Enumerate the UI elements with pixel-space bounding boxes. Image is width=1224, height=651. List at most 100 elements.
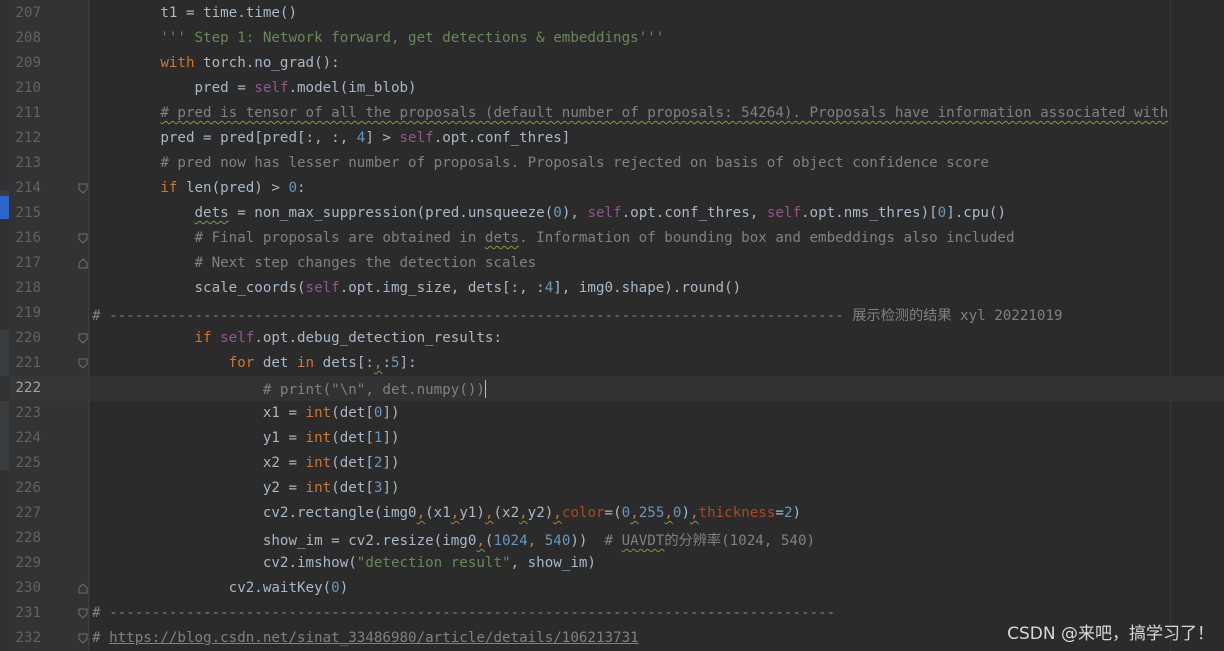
line-number: 219 bbox=[15, 305, 41, 321]
code-token: self bbox=[766, 205, 801, 221]
code-token: pred = pred[pred[:, :, bbox=[92, 130, 357, 146]
code-token: ] > bbox=[365, 130, 400, 146]
code-editor[interactable]: 207 t1 = time.time() 208 ''' Step 1: Netw… bbox=[0, 0, 1224, 651]
code-token: 540 bbox=[544, 533, 571, 549]
code-text[interactable]: scale_coords(self.opt.img_size, dets[:, … bbox=[92, 280, 741, 296]
code-token: # pred now has lesser number of proposal… bbox=[92, 155, 989, 171]
fold-end-icon[interactable] bbox=[78, 583, 88, 594]
code-token: ) bbox=[681, 505, 690, 521]
code-text[interactable]: # https://blog.csdn.net/sinat_33486980/a… bbox=[92, 630, 639, 646]
code-line[interactable]: 208 ''' Step 1: Network forward, get det… bbox=[0, 26, 1224, 51]
code-line[interactable]: 230 cv2.waitKey(0) bbox=[0, 576, 1224, 601]
code-line[interactable]: 211 # pred is tensor of all the proposal… bbox=[0, 101, 1224, 126]
code-line[interactable]: 218 scale_coords(self.opt.img_size, dets… bbox=[0, 276, 1224, 301]
code-token: # print("\n", det.numpy()) bbox=[92, 382, 485, 398]
code-token: UAVDT bbox=[621, 533, 665, 549]
code-line[interactable]: 209 with torch.no_grad(): bbox=[0, 51, 1224, 76]
code-text[interactable]: cv2.imshow("detection result", show_im) bbox=[92, 555, 596, 571]
code-token: torch.no_grad(): bbox=[194, 55, 340, 71]
code-line[interactable]: 207 t1 = time.time() bbox=[0, 1, 1224, 26]
code-token: , bbox=[553, 505, 562, 521]
line-number: 222 bbox=[15, 380, 41, 396]
code-line[interactable]: 222 # print("\n", det.numpy()) bbox=[0, 376, 1224, 401]
code-token: .opt.conf_thres, bbox=[621, 205, 767, 221]
code-line[interactable]: 229 cv2.imshow("detection result", show_… bbox=[0, 551, 1224, 576]
code-text[interactable]: dets = non_max_suppression(pred.unsqueez… bbox=[92, 205, 1007, 221]
line-number: 217 bbox=[15, 255, 41, 271]
code-line[interactable]: 210 pred = self.model(im_blob) bbox=[0, 76, 1224, 101]
code-text[interactable]: # --------------------------------------… bbox=[92, 605, 835, 621]
code-text[interactable]: show_im = cv2.resize(img0,(1024, 540)) #… bbox=[92, 530, 815, 550]
code-token: int bbox=[305, 455, 332, 471]
line-number: 229 bbox=[15, 555, 41, 571]
code-token: self bbox=[254, 80, 289, 96]
code-token: # Next step changes the detection scales bbox=[92, 255, 537, 271]
code-text[interactable]: y1 = int(det[1]) bbox=[92, 430, 400, 446]
fold-open-icon[interactable] bbox=[78, 358, 88, 369]
code-line[interactable]: 214 if len(pred) > 0: bbox=[0, 176, 1224, 201]
code-line[interactable]: 225 x2 = int(det[2]) bbox=[0, 451, 1224, 476]
code-token: int bbox=[305, 480, 332, 496]
code-token: .opt.nms_thres)[ bbox=[801, 205, 938, 221]
line-number: 218 bbox=[15, 280, 41, 296]
code-token: y2 = bbox=[92, 480, 306, 496]
fold-open-icon[interactable] bbox=[78, 608, 88, 619]
fold-open-icon[interactable] bbox=[78, 633, 88, 644]
code-text[interactable]: if self.opt.debug_detection_results: bbox=[92, 330, 503, 346]
code-token: 的分辨率(1024, 540) bbox=[664, 533, 816, 549]
code-text[interactable]: with torch.no_grad(): bbox=[92, 55, 340, 71]
code-token: pred = bbox=[92, 80, 255, 96]
code-text[interactable]: # --------------------------------------… bbox=[92, 305, 1063, 325]
line-number: 224 bbox=[15, 430, 41, 446]
code-token: .opt.conf_thres] bbox=[433, 130, 571, 146]
code-text[interactable]: # print("\n", det.numpy()) bbox=[92, 380, 486, 398]
line-number: 215 bbox=[15, 205, 41, 221]
code-token: (x2 bbox=[493, 505, 520, 521]
code-text[interactable]: # Next step changes the detection scales bbox=[92, 255, 536, 271]
code-line[interactable]: 212 pred = pred[pred[:, :, 4] > self.opt… bbox=[0, 126, 1224, 151]
fold-end-icon[interactable] bbox=[78, 258, 88, 269]
code-line[interactable]: 215 dets = non_max_suppression(pred.unsq… bbox=[0, 201, 1224, 226]
code-text[interactable]: t1 = time.time() bbox=[92, 5, 297, 21]
code-text[interactable]: ''' Step 1: Network forward, get detecti… bbox=[92, 30, 664, 46]
code-token: , bbox=[519, 505, 528, 521]
code-text[interactable]: y2 = int(det[3]) bbox=[92, 480, 400, 496]
line-number: 221 bbox=[15, 355, 41, 371]
code-line[interactable]: 216 # Final proposals are obtained in de… bbox=[0, 226, 1224, 251]
code-text[interactable]: # Final proposals are obtained in dets. … bbox=[92, 230, 1014, 246]
fold-open-icon[interactable] bbox=[78, 233, 88, 244]
code-text[interactable]: for det in dets[:,:5]: bbox=[92, 355, 417, 371]
code-line[interactable]: 226 y2 = int(det[3]) bbox=[0, 476, 1224, 501]
code-text[interactable]: pred = self.model(im_blob) bbox=[92, 80, 417, 96]
line-number: 216 bbox=[15, 230, 41, 246]
code-line[interactable]: 221 for det in dets[:,:5]: bbox=[0, 351, 1224, 376]
fold-open-icon[interactable] bbox=[78, 183, 88, 194]
code-token: dets[: bbox=[314, 355, 374, 371]
code-token: ) bbox=[792, 505, 802, 521]
line-number: 213 bbox=[15, 155, 41, 171]
code-line[interactable]: 219 # -----------------------------------… bbox=[0, 301, 1224, 326]
fold-open-icon[interactable] bbox=[78, 333, 88, 344]
code-text[interactable]: x2 = int(det[2]) bbox=[92, 455, 400, 471]
code-line[interactable]: 220 if self.opt.debug_detection_results: bbox=[0, 326, 1224, 351]
code-text[interactable]: x1 = int(det[0]) bbox=[92, 405, 400, 421]
code-line[interactable]: 213 # pred now has lesser number of prop… bbox=[0, 151, 1224, 176]
code-text[interactable]: # pred is tensor of all the proposals (d… bbox=[92, 105, 1168, 121]
code-text[interactable]: # pred now has lesser number of proposal… bbox=[92, 155, 989, 171]
line-number: 228 bbox=[15, 530, 41, 546]
code-token: in bbox=[297, 355, 315, 371]
code-line[interactable]: 223 x1 = int(det[0]) bbox=[0, 401, 1224, 426]
code-line[interactable]: 227 cv2.rectangle(img0,(x1,y1),(x2,y2),c… bbox=[0, 501, 1224, 526]
code-text[interactable]: if len(pred) > 0: bbox=[92, 180, 305, 196]
code-text[interactable]: cv2.waitKey(0) bbox=[92, 580, 349, 596]
code-line[interactable]: 228 show_im = cv2.resize(img0,(1024, 540… bbox=[0, 526, 1224, 551]
code-line[interactable]: 217 # Next step changes the detection sc… bbox=[0, 251, 1224, 276]
code-token: y2) bbox=[527, 505, 554, 521]
line-number: 211 bbox=[15, 105, 41, 121]
code-text[interactable]: pred = pred[pred[:, :, 4] > self.opt.con… bbox=[92, 130, 570, 146]
code-line[interactable]: 224 y1 = int(det[1]) bbox=[0, 426, 1224, 451]
code-text[interactable]: cv2.rectangle(img0,(x1,y1),(x2,y2),color… bbox=[92, 505, 801, 521]
code-token: thickness bbox=[698, 505, 776, 521]
code-token: .model(im_blob) bbox=[288, 80, 417, 96]
